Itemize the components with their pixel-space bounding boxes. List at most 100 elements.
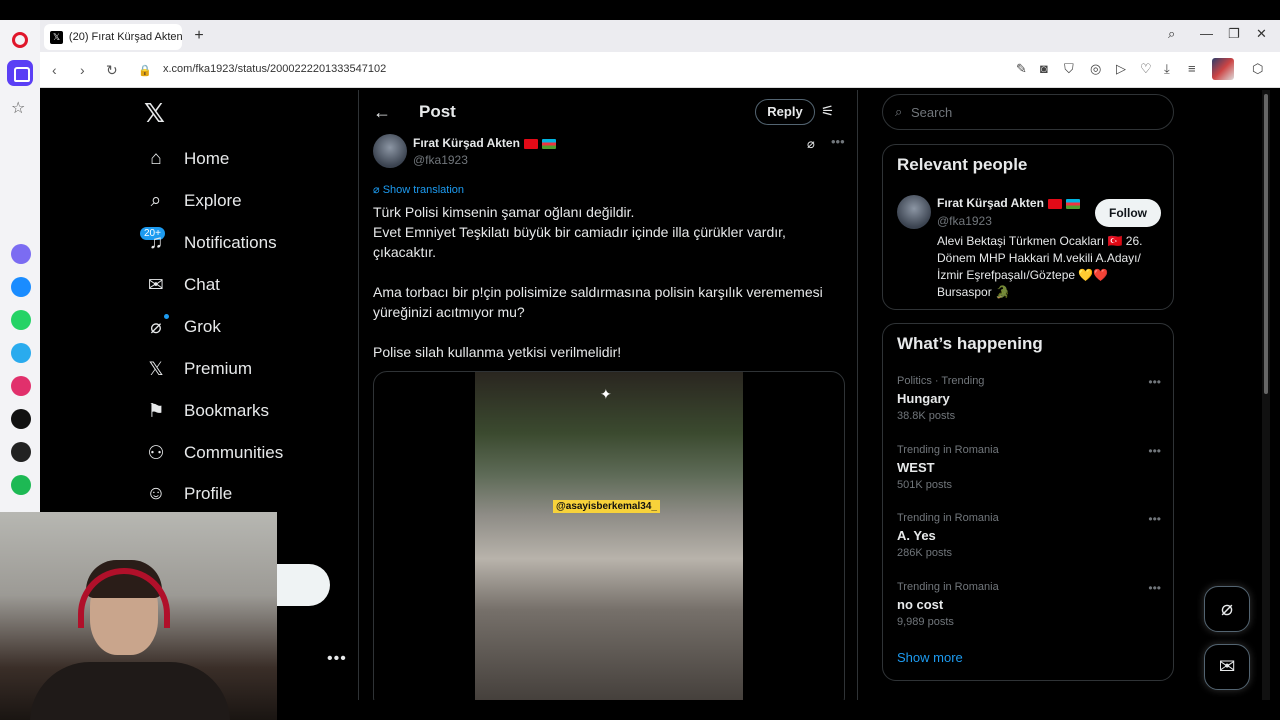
person-avatar[interactable] (897, 195, 931, 229)
download-icon[interactable]: ⤓ (1164, 61, 1170, 77)
grok-icon: ⌀ (150, 316, 162, 338)
instagram-icon[interactable] (11, 376, 31, 396)
spotify-icon[interactable] (11, 475, 31, 495)
new-tab-button[interactable]: + (190, 27, 208, 45)
bell-icon: ♫ (148, 232, 164, 253)
author-name[interactable]: Fırat Kürşad Akten (413, 136, 556, 150)
address-bar: ‹ › ↻ 🔒 x.com/fka1923/status/20002222013… (40, 52, 1280, 88)
person-name[interactable]: Fırat Kürşad Akten (937, 196, 1080, 210)
author-avatar[interactable] (373, 134, 407, 168)
person-icon: ☺ (146, 483, 166, 504)
telegram-icon[interactable] (11, 343, 31, 363)
messages-fab-icon[interactable]: ✉ (1204, 644, 1250, 690)
home-icon[interactable] (7, 60, 33, 86)
nav-item-chat[interactable]: ✉ Chat (144, 265, 220, 305)
x-app-icon[interactable] (11, 442, 31, 462)
search-icon: ⌕ (895, 104, 903, 119)
person-bio: Alevi Bektaşi Türkmen Ocakları 🇹🇷 26. Dö… (937, 234, 1143, 299)
trend-item[interactable]: Trending in Romania WEST 501K posts ••• (897, 444, 1161, 491)
relevant-people-title: Relevant people (897, 155, 1028, 174)
whatsapp-icon[interactable] (11, 310, 31, 330)
reload-icon[interactable]: ↻ (106, 62, 118, 79)
tiktok-icon[interactable] (11, 409, 31, 429)
opera-logo-icon[interactable] (12, 32, 28, 48)
star-icon[interactable]: ☆ (11, 98, 25, 118)
trend-item[interactable]: Trending in Romania no cost 9,989 posts … (897, 581, 1161, 628)
more-options-icon[interactable]: ••• (1148, 375, 1161, 389)
x-logo-icon: 𝕏 (50, 30, 63, 44)
nav-item-communities[interactable]: ⚇ Communities (144, 433, 283, 473)
trend-item[interactable]: Politics · Trending Hungary 38.8K posts … (897, 375, 1161, 422)
cube-icon[interactable]: ⬡ (1252, 61, 1263, 77)
more-options-icon[interactable]: ••• (1148, 581, 1161, 595)
back-arrow-icon[interactable]: ← (373, 102, 391, 123)
vpn-icon[interactable]: ◎ (1090, 61, 1101, 77)
menu-icon[interactable]: ≡ (1188, 61, 1196, 76)
nav-item-notifications[interactable]: ♫ Notifications (144, 223, 277, 263)
profile-avatar-icon[interactable] (1212, 58, 1234, 80)
messenger-icon[interactable] (11, 277, 31, 297)
author-handle[interactable]: @fka1923 (413, 153, 468, 167)
search-tabs-icon[interactable]: ⌕ (1168, 26, 1175, 42)
back-icon[interactable]: ‹ (52, 62, 57, 78)
person-handle[interactable]: @fka1923 (937, 214, 992, 228)
azerbaijan-flag-icon (541, 138, 556, 149)
more-options-icon[interactable]: ••• (831, 134, 845, 149)
show-more-link[interactable]: Show more (897, 650, 963, 665)
x-logo-icon[interactable]: 𝕏 (144, 100, 170, 126)
nav-item-home[interactable]: ⌂ Home (144, 139, 229, 179)
filter-settings-icon[interactable]: ⚟ (821, 102, 834, 120)
url-field[interactable]: x.com/fka1923/status/2000222201333547102 (163, 63, 386, 75)
nav-item-premium[interactable]: 𝕏 Premium (144, 349, 252, 389)
show-translation-link[interactable]: ⌀ Show translation (373, 183, 464, 196)
nav-item-explore[interactable]: ⌕ Explore (144, 181, 242, 221)
nav-label: Grok (184, 317, 221, 336)
nav-item-profile[interactable]: ☺ Profile (144, 474, 232, 514)
search-box[interactable]: ⌕ (882, 94, 1174, 130)
azerbaijan-flag-icon (1065, 198, 1080, 209)
shield-icon[interactable]: ⛉ (1064, 61, 1074, 77)
mail-icon: ✉ (148, 274, 164, 296)
whats-happening-title: What’s happening (897, 334, 1043, 353)
sparkle-icon[interactable]: ✦ (600, 386, 612, 403)
trend-posts: 38.8K posts (897, 410, 956, 422)
close-icon[interactable]: ✕ (1256, 26, 1267, 42)
reply-button[interactable]: Reply (755, 99, 815, 125)
play-icon[interactable]: ▷ (1116, 61, 1126, 77)
search-input[interactable] (911, 103, 1151, 121)
grok-icon[interactable]: ⌀ (807, 136, 815, 152)
maximize-icon[interactable]: ❐ (1228, 26, 1240, 42)
turkey-flag-icon (1047, 198, 1062, 209)
tweet-media[interactable]: ✦ @asayisberkemal34_ (373, 371, 845, 700)
nav-label: Explore (184, 191, 242, 210)
more-options-icon[interactable]: ••• (1148, 512, 1161, 526)
trend-item[interactable]: Trending in Romania A. Yes 286K posts ••… (897, 512, 1161, 559)
heart-icon[interactable]: ♡ (1140, 61, 1152, 77)
trend-name: Hungary (897, 391, 950, 406)
browser-tab[interactable]: 𝕏 (20) Fırat Kürşad Akten (44, 24, 182, 50)
follow-button[interactable]: Follow (1095, 199, 1161, 227)
ai-app-icon[interactable] (11, 244, 31, 264)
nav-item-grok[interactable]: ⌀ Grok (144, 307, 221, 347)
scrollbar[interactable] (1262, 90, 1270, 700)
whats-happening-card: What’s happening Politics · Trending Hun… (882, 323, 1174, 681)
video-player[interactable]: ✦ @asayisberkemal34_ (475, 372, 743, 700)
scrollbar-thumb[interactable] (1264, 94, 1268, 394)
grok-fab-icon[interactable]: ⌀ (1204, 586, 1250, 632)
x-logo-icon: 𝕏 (148, 358, 164, 380)
forward-icon[interactable]: › (80, 62, 85, 78)
trend-name: WEST (897, 460, 935, 475)
account-menu-dots-icon[interactable]: ••• (327, 650, 347, 668)
author-name-text: Fırat Kürşad Akten (413, 136, 520, 150)
nav-label: Communities (184, 443, 284, 462)
more-options-icon[interactable]: ••• (1148, 444, 1161, 458)
minimize-icon[interactable]: — (1200, 26, 1213, 41)
nav-item-bookmarks[interactable]: ⚑ Bookmarks (144, 391, 269, 431)
edit-icon[interactable]: ✎ (1016, 61, 1027, 77)
tab-title: (20) Fırat Kürşad Akten (68, 31, 182, 43)
nav-label: Profile (184, 484, 233, 503)
person-name-text: Fırat Kürşad Akten (937, 196, 1044, 210)
tweet-text: Türk Polisi kimsenin şamar oğlanı değild… (373, 204, 823, 360)
nav-label: Bookmarks (184, 401, 270, 420)
camera-icon[interactable]: ◙ (1040, 61, 1048, 76)
